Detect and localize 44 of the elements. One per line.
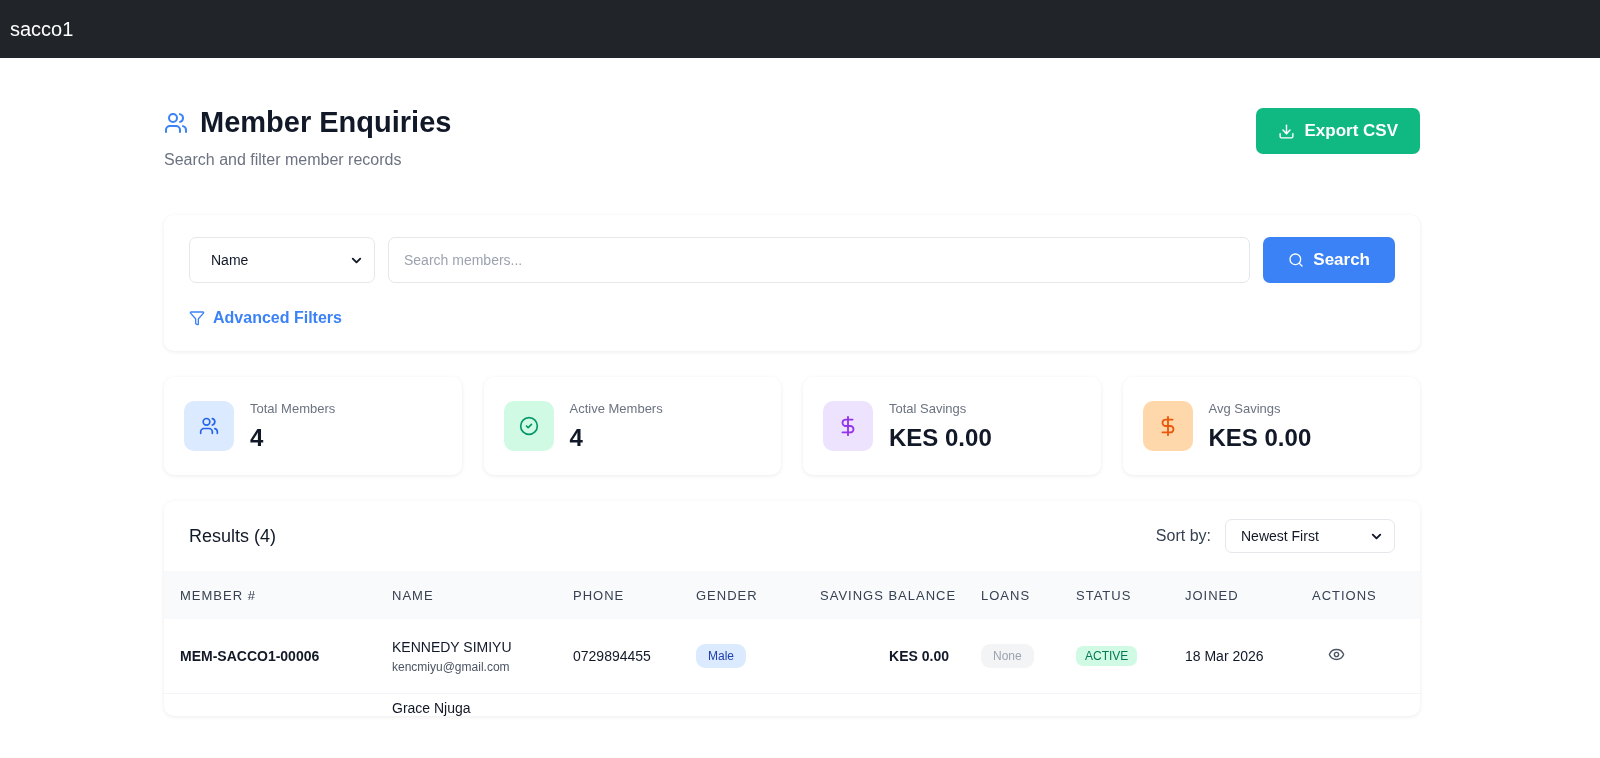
stat-label: Avg Savings bbox=[1208, 400, 1282, 416]
stat-label: Total Members bbox=[250, 400, 336, 416]
loans-badge: None bbox=[981, 644, 1034, 668]
stat-label: Active Members bbox=[569, 400, 663, 416]
column-header: JOINED bbox=[1184, 587, 1240, 603]
users-icon bbox=[199, 416, 219, 436]
joined-date: 18 Mar 2026 bbox=[1185, 648, 1264, 664]
page-subtitle: Search and filter member records bbox=[164, 151, 403, 169]
search-field-select[interactable]: Name bbox=[189, 237, 375, 283]
phone-number: 0729894455 bbox=[573, 648, 651, 664]
gender-badge: Male bbox=[696, 644, 746, 668]
results-title: Results (4) bbox=[189, 525, 277, 547]
advanced-filters-link[interactable]: Advanced Filters bbox=[189, 309, 342, 327]
download-icon bbox=[1278, 122, 1296, 140]
member-name: Grace Njuga bbox=[392, 700, 472, 716]
column-header: ACTIONS bbox=[1311, 587, 1378, 603]
sort-label: Sort by: bbox=[1155, 527, 1211, 545]
column-header: LOANS bbox=[980, 587, 1032, 603]
page-title: Member Enquiries bbox=[200, 106, 452, 139]
filter-icon bbox=[189, 310, 205, 326]
stat-value: KES 0.00 bbox=[889, 423, 992, 452]
member-number: MEM-SACCO1-00006 bbox=[180, 648, 320, 664]
view-icon[interactable] bbox=[1328, 646, 1345, 663]
stat-value: 4 bbox=[569, 423, 584, 452]
stat-value: KES 0.00 bbox=[1208, 423, 1312, 452]
column-header: GENDER bbox=[695, 587, 759, 603]
brand-name[interactable]: sacco1 bbox=[10, 17, 74, 41]
column-header: NAME bbox=[391, 587, 435, 603]
column-header: SAVINGS BALANCE bbox=[819, 587, 958, 603]
check-circle-icon bbox=[518, 416, 539, 436]
search-input[interactable]: Search members... bbox=[388, 237, 1251, 283]
savings-balance: KES 0.00 bbox=[889, 648, 949, 664]
member-email: kencmiyu@gmail.com bbox=[392, 659, 511, 674]
search-button[interactable]: Search bbox=[1263, 237, 1395, 283]
search-icon bbox=[1288, 252, 1305, 268]
sort-select[interactable]: Newest First bbox=[1225, 519, 1395, 553]
stat-label: Total Savings bbox=[889, 400, 968, 416]
column-header: MEMBER # bbox=[179, 587, 257, 603]
status-badge: ACTIVE bbox=[1076, 646, 1138, 666]
member-name: KENNEDY SIMIYU bbox=[392, 638, 513, 655]
column-header: PHONE bbox=[572, 587, 626, 603]
column-header: STATUS bbox=[1075, 587, 1133, 603]
stat-value: 4 bbox=[250, 423, 265, 452]
users-icon bbox=[164, 110, 188, 135]
